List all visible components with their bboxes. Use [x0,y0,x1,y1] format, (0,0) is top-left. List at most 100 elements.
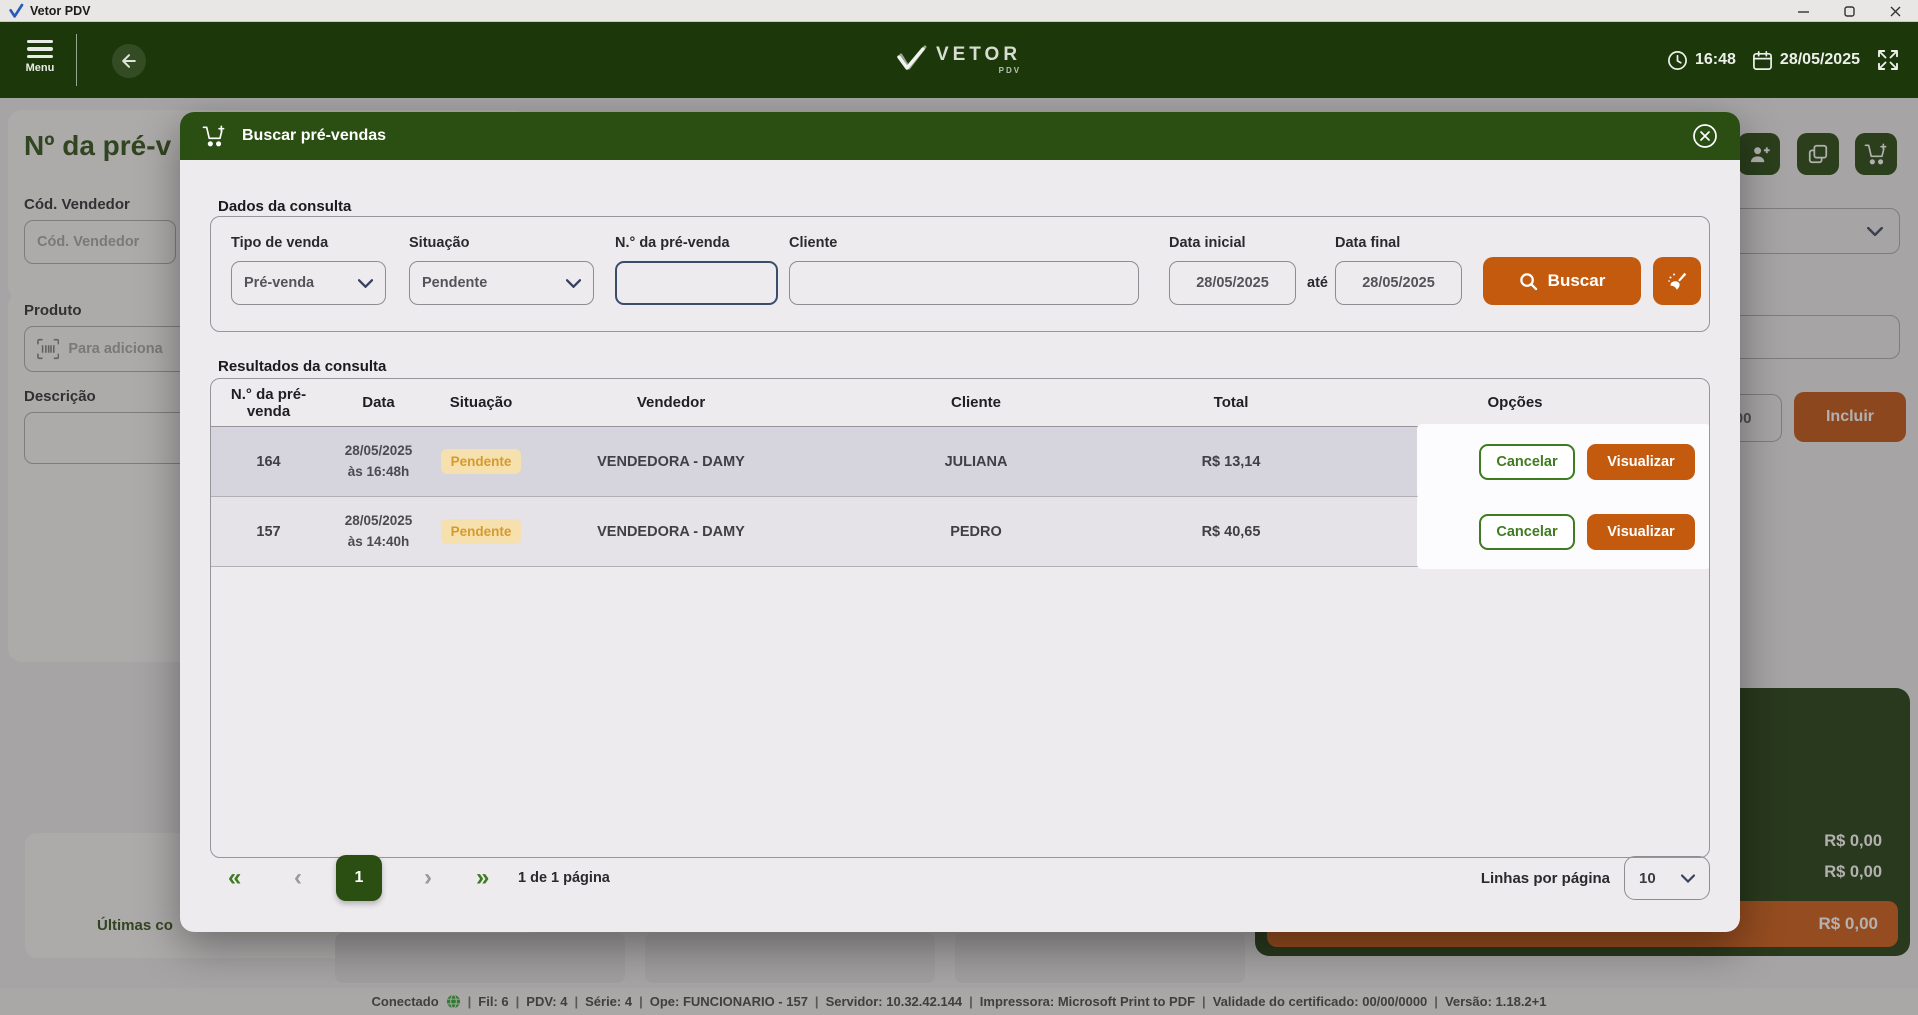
cell-vendedor: VENDEDORA - DAMY [531,454,811,470]
close-window-button[interactable] [1872,0,1918,22]
cell-total: R$ 13,14 [1141,454,1321,470]
menu-button[interactable]: Menu [20,36,60,74]
visualizar-button[interactable]: Visualizar [1587,514,1695,550]
ate-label: até [1307,275,1328,291]
cell-data-date: 28/05/2025 [326,511,431,532]
date-value: 28/05/2025 [1780,51,1860,69]
linhas-por-pagina-select[interactable]: 10 [1624,856,1710,900]
cell-cliente: PEDRO [811,524,1141,540]
visualizar-button[interactable]: Visualizar [1587,444,1695,480]
cliente-field[interactable] [789,261,1139,305]
buscar-label: Buscar [1548,271,1606,291]
cliente-input[interactable] [802,275,1126,291]
clear-filters-button[interactable] [1653,257,1701,305]
cell-data: 28/05/2025 às 14:40h [326,511,431,553]
data-inicial-field[interactable]: 28/05/2025 [1169,261,1296,305]
clean-broom-icon [1665,269,1689,293]
prev-page-button[interactable]: ‹ [294,866,302,890]
cell-numero: 157 [211,524,326,540]
column-header-total: Total [1141,394,1321,411]
linhas-por-pagina-label: Linhas por página [1481,870,1610,887]
situacao-value: Pendente [422,275,487,291]
table-header-row: N.° da pré-venda Data Situação Vendedor … [211,379,1709,427]
chevron-down-icon [1681,874,1695,883]
cancelar-button[interactable]: Cancelar [1479,444,1575,480]
numero-pre-venda-input[interactable] [629,275,764,291]
column-header-cliente: Cliente [811,394,1141,411]
cell-numero: 164 [211,454,326,470]
column-header-situacao: Situação [431,394,531,411]
numero-pre-venda-label: N.° da pré-venda [615,235,730,251]
time-value: 16:48 [1695,51,1736,69]
data-inicial-label: Data inicial [1169,235,1246,251]
tipo-venda-label: Tipo de venda [231,235,328,251]
brand-logo: VETOR PDV [897,45,1021,75]
app-header: Menu VETOR PDV 16:48 28/05/2025 [0,22,1918,98]
buscar-button[interactable]: Buscar [1483,257,1641,305]
dados-consulta-title: Dados da consulta [218,198,351,215]
situacao-label: Situação [409,235,469,251]
modal-header: Buscar pré-vendas [180,112,1740,160]
resultados-title: Resultados da consulta [218,358,386,375]
cell-data: 28/05/2025 às 16:48h [326,441,431,483]
minimize-button[interactable] [1780,0,1826,22]
arrow-left-icon [119,51,139,71]
back-button[interactable] [112,44,146,78]
chevron-down-icon [566,279,581,288]
cliente-label: Cliente [789,235,837,251]
cell-opcoes: Cancelar Visualizar [1321,427,1709,496]
column-header-numero: N.° da pré-venda [211,386,326,420]
header-divider [76,34,77,86]
first-page-button[interactable]: « [228,866,241,890]
last-page-button[interactable]: » [476,866,489,890]
app-logo-icon [8,3,24,19]
cell-cliente: JULIANA [811,454,1141,470]
cell-vendedor: VENDEDORA - DAMY [531,524,811,540]
calendar-icon [1752,50,1773,71]
data-final-label: Data final [1335,235,1400,251]
search-icon [1519,272,1538,291]
restore-button[interactable] [1826,0,1872,22]
app-window: Vetor PDV Menu VETOR PDV [0,0,1918,1015]
date-display: 28/05/2025 [1752,50,1860,71]
buscar-pre-vendas-modal: Buscar pré-vendas Dados da consulta Tipo… [180,112,1740,932]
brand-subtext: PDV [936,66,1021,75]
window-title: Vetor PDV [30,4,90,18]
tipo-venda-value: Pré-venda [244,275,314,291]
status-badge: Pendente [441,519,522,544]
current-page-button[interactable]: 1 [336,855,382,901]
cell-situacao: Pendente [431,449,531,474]
cell-situacao: Pendente [431,519,531,544]
results-table: N.° da pré-venda Data Situação Vendedor … [210,378,1710,858]
column-header-opcoes: Opções [1321,379,1709,426]
clock-icon [1667,50,1688,71]
cell-data-date: 28/05/2025 [326,441,431,462]
search-form: Tipo de venda Pré-venda Situação Pendent… [210,216,1710,332]
cell-data-time: às 16:48h [326,462,431,483]
numero-pre-venda-field[interactable] [615,261,778,305]
tipo-venda-select[interactable]: Pré-venda [231,261,386,305]
data-inicial-value: 28/05/2025 [1196,275,1269,291]
table-row[interactable]: 157 28/05/2025 às 14:40h Pendente VENDED… [211,497,1709,567]
table-row[interactable]: 164 28/05/2025 às 16:48h Pendente VENDED… [211,427,1709,497]
page-info: 1 de 1 página [518,870,610,886]
brand-text: VETOR [936,45,1021,64]
cell-opcoes: Cancelar Visualizar [1321,497,1709,566]
next-page-button[interactable]: › [424,866,432,890]
hamburger-icon [20,40,60,58]
pagination: « ‹ 1 › » 1 de 1 página Linhas por págin… [180,852,1740,904]
menu-label: Menu [20,62,60,74]
modal-title: Buscar pré-vendas [242,127,386,145]
cart-plus-icon [202,125,226,147]
chevron-down-icon [358,279,373,288]
data-final-field[interactable]: 28/05/2025 [1335,261,1462,305]
window-titlebar: Vetor PDV [0,0,1918,22]
close-modal-button[interactable] [1692,123,1718,149]
data-final-value: 28/05/2025 [1362,275,1435,291]
linhas-value: 10 [1639,870,1656,887]
cancelar-button[interactable]: Cancelar [1479,514,1575,550]
vetor-check-icon [897,45,927,71]
situacao-select[interactable]: Pendente [409,261,594,305]
status-badge: Pendente [441,449,522,474]
fullscreen-icon[interactable] [1876,48,1900,72]
